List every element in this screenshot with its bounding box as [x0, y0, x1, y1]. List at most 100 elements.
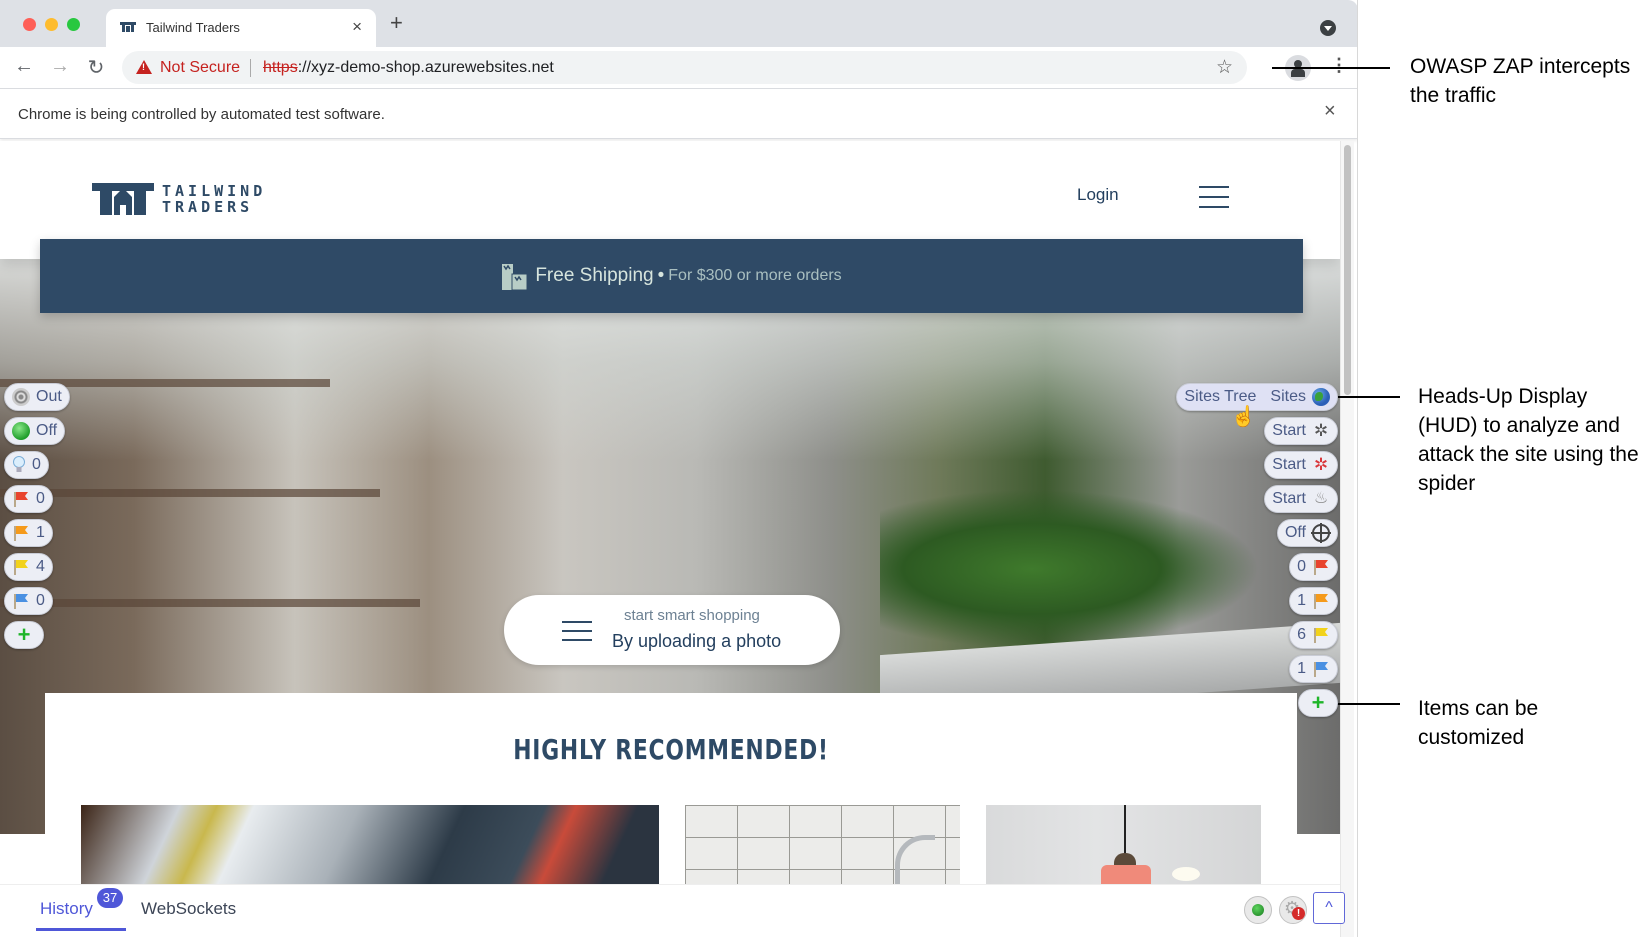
web-page: TAILWIND TRADERS Login Free Shipping • F…: [0, 141, 1340, 937]
history-tab[interactable]: History: [40, 899, 93, 919]
logo-line-2: TRADERS: [162, 198, 254, 216]
menu-icon: [562, 621, 592, 641]
automation-infobar: Chrome is being controlled by automated …: [0, 89, 1357, 139]
hud-label: 0: [32, 456, 41, 473]
bookmark-star-icon[interactable]: ☆: [1216, 56, 1233, 79]
hud-break-button[interactable]: Out: [4, 383, 70, 411]
maximize-window-button[interactable]: [67, 18, 80, 31]
hud-page-alerts-medium[interactable]: 1: [4, 519, 53, 547]
hud-site-alerts-medium[interactable]: 1: [1289, 587, 1338, 615]
expand-drawer-button[interactable]: ^: [1313, 892, 1345, 924]
back-button[interactable]: ←: [12, 55, 36, 78]
scrollbar-thumb[interactable]: [1344, 145, 1351, 395]
hud-label: Sites: [1270, 388, 1306, 405]
infobar-message: Chrome is being controlled by automated …: [18, 106, 385, 123]
history-count-badge: 37: [97, 888, 123, 908]
hud-label: Off: [1284, 524, 1306, 541]
infobar-close-icon[interactable]: ×: [1324, 100, 1336, 123]
page-scrollbar[interactable]: [1340, 141, 1354, 937]
logo-line-1: TAILWIND: [162, 182, 267, 200]
close-window-button[interactable]: [23, 18, 36, 31]
plus-icon: +: [17, 622, 31, 647]
hud-add-tool-button[interactable]: +: [1298, 689, 1338, 717]
hud-label: Start: [1272, 490, 1306, 507]
hud-site-alerts-high[interactable]: 0: [1289, 553, 1338, 581]
photo-search-button[interactable]: start smart shopping By uploading a phot…: [504, 595, 840, 665]
hud-label: 1: [1297, 660, 1306, 677]
hud-label: 6: [1297, 626, 1306, 643]
hud-sites-tree-button[interactable]: Sites Tree Sites: [1176, 383, 1338, 411]
target-icon: [12, 388, 30, 406]
settings-alert-icon[interactable]: [1279, 896, 1307, 924]
hud-label: Out: [36, 388, 62, 405]
lamp-glow: [1172, 867, 1200, 881]
hud-page-alerts-info[interactable]: 0: [4, 587, 53, 615]
websockets-tab[interactable]: WebSockets: [141, 899, 236, 919]
site-logo[interactable]: TAILWIND TRADERS: [92, 183, 266, 215]
hud-spider-button[interactable]: Start ✲: [1264, 417, 1338, 445]
address-bar[interactable]: Not Secure https://xyz-demo-shop.azurewe…: [122, 51, 1247, 84]
hud-site-alerts-low[interactable]: 6: [1289, 621, 1338, 649]
not-secure-label[interactable]: Not Secure: [160, 59, 240, 77]
hud-active-scan-button[interactable]: Start ♨: [1264, 485, 1338, 513]
hud-ajax-spider-button[interactable]: Start ✲: [1264, 451, 1338, 479]
product-card-tools[interactable]: [81, 805, 659, 895]
lightbulb-icon: [13, 456, 25, 472]
hud-page-alerts-low[interactable]: 4: [4, 553, 53, 581]
browser-menu-icon[interactable]: ⋮: [1330, 55, 1348, 76]
url-scheme: https: [263, 59, 298, 76]
free-shipping-banner: Free Shipping • For $300 or more orders: [40, 239, 1303, 313]
boxes-icon: [502, 264, 528, 291]
product-card-lamp[interactable]: [986, 805, 1261, 895]
hud-site-alerts-info[interactable]: 1: [1289, 655, 1338, 683]
globe-icon: [1312, 388, 1330, 406]
tailwind-favicon-icon: [120, 22, 136, 32]
hud-label: Off: [36, 422, 58, 439]
orange-flag-icon: [14, 526, 28, 541]
hud-status-green-icon[interactable]: [1244, 896, 1272, 924]
active-tab-indicator: [36, 928, 126, 931]
product-card-faucet[interactable]: [685, 805, 960, 895]
hud-add-tool-button[interactable]: +: [4, 621, 44, 649]
hud-hidden-fields-button[interactable]: 0: [4, 451, 49, 479]
hand-cursor-icon: ☝: [1231, 406, 1256, 428]
annotation-customize: Items can be customized: [1418, 697, 1539, 749]
minimize-window-button[interactable]: [45, 18, 58, 31]
tab-strip: Tailwind Traders × +: [0, 0, 1357, 47]
yellow-flag-icon: [14, 560, 28, 575]
red-flag-icon: [14, 492, 28, 507]
hud-label: 0: [36, 490, 45, 507]
site-menu-icon[interactable]: [1199, 186, 1229, 208]
url-text[interactable]: https://xyz-demo-shop.azurewebsites.net: [263, 59, 554, 77]
login-link[interactable]: Login: [1077, 185, 1119, 205]
banner-title: Free Shipping: [535, 265, 654, 286]
red-flag-icon: [1314, 560, 1328, 575]
browser-window: Tailwind Traders × + ← → ↻ Not Secure ht…: [0, 0, 1358, 937]
lamp-cord: [1124, 805, 1126, 855]
plus-icon: +: [1311, 690, 1325, 715]
banner-subtitle: For $300 or more orders: [668, 267, 842, 284]
orange-flag-icon: [1314, 594, 1328, 609]
hud-page-alerts-high[interactable]: 0: [4, 485, 53, 513]
forward-button[interactable]: →: [48, 55, 72, 78]
tailwind-logo-icon: [92, 183, 154, 215]
hud-label: 4: [36, 558, 45, 575]
hud-show-enable-button[interactable]: Off: [4, 417, 66, 445]
search-subtitle: start smart shopping: [624, 607, 760, 624]
yellow-flag-icon: [1314, 628, 1328, 643]
hud-attack-mode-button[interactable]: Off: [1276, 519, 1338, 547]
url-host: ://xyz-demo-shop.azurewebsites.net: [297, 59, 554, 76]
tab-tailwind-traders[interactable]: Tailwind Traders ×: [106, 9, 376, 47]
reload-button[interactable]: ↻: [84, 55, 108, 80]
section-title: HIGHLY RECOMMENDED!: [513, 733, 829, 766]
hud-left-panel: Out Off 0 0 1 4 0 +: [4, 383, 70, 655]
blue-flag-icon: [14, 594, 28, 609]
hud-label: 1: [1297, 592, 1306, 609]
tab-title: Tailwind Traders: [146, 20, 240, 35]
tab-search-icon[interactable]: [1320, 20, 1336, 36]
annotation-pointer-line: [1272, 67, 1390, 69]
new-tab-button[interactable]: +: [390, 12, 403, 34]
green-dot-icon: [12, 422, 30, 440]
hud-label: Start: [1272, 422, 1306, 439]
tab-close-icon[interactable]: ×: [352, 17, 362, 37]
